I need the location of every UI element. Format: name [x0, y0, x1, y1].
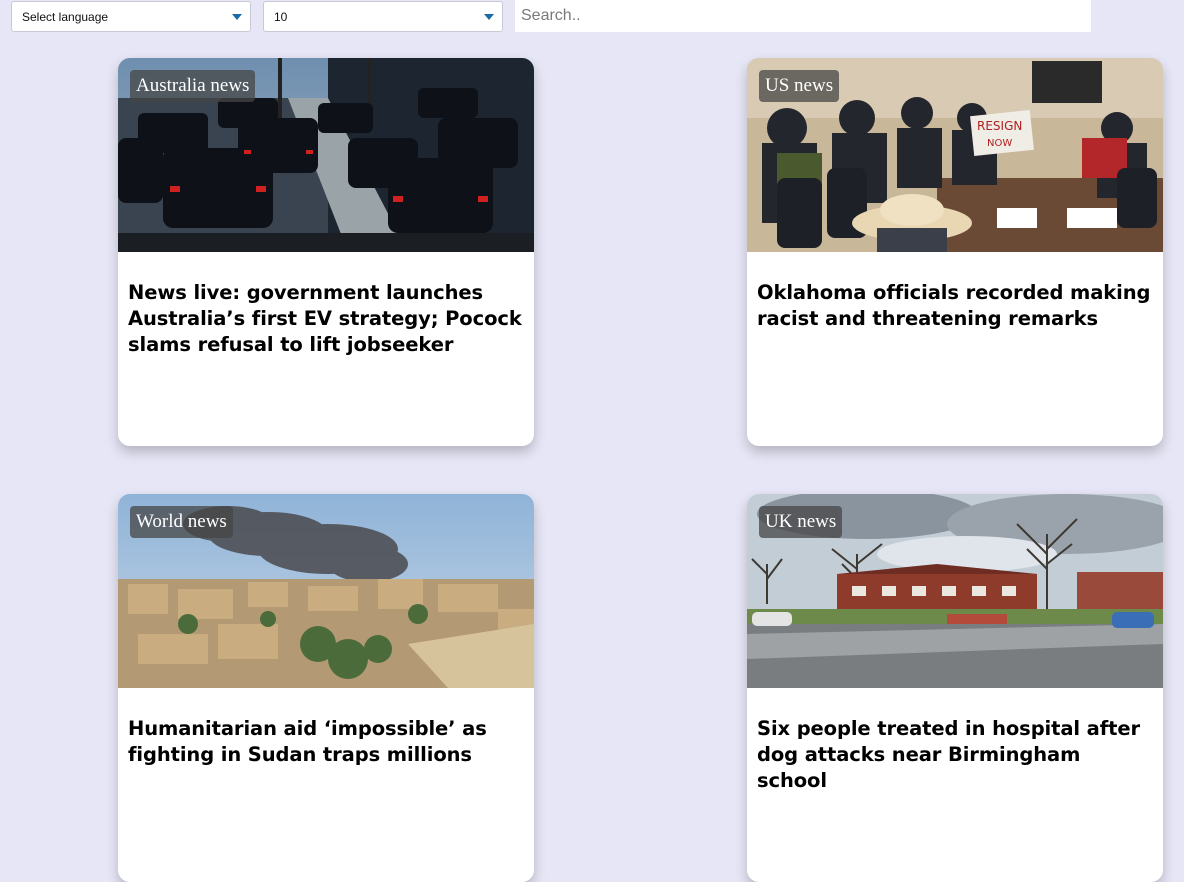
article-headline[interactable]: News live: government launches Australia…	[128, 280, 524, 358]
article-headline[interactable]: Humanitarian aid ‘impossible’ as fightin…	[128, 716, 524, 768]
residential-street-photo: UK news	[747, 494, 1163, 688]
news-card[interactable]: Australia news News live: government lau…	[118, 58, 534, 446]
chevron-down-icon	[484, 14, 494, 20]
city-smoke-photo: World news	[118, 494, 534, 688]
news-card[interactable]: World news Humanitarian aid ‘impossible’…	[118, 494, 534, 882]
article-headline[interactable]: Oklahoma officials recorded making racis…	[757, 280, 1153, 332]
chevron-down-icon	[232, 14, 242, 20]
category-badge: UK news	[759, 506, 843, 538]
news-card[interactable]: RESIGN NOW US news Oklahoma officials re…	[747, 58, 1163, 446]
count-select-value: 10	[274, 10, 288, 24]
traffic-jam-photo: Australia news	[118, 58, 534, 252]
news-card[interactable]: UK news Six people treated in hospital a…	[747, 494, 1163, 882]
article-headline[interactable]: Six people treated in hospital after dog…	[757, 716, 1153, 794]
search-input[interactable]	[515, 0, 1091, 32]
toolbar: Select language 10	[0, 0, 1184, 40]
category-badge: US news	[759, 70, 840, 102]
language-select-value: Select language	[22, 10, 109, 24]
count-select[interactable]: 10	[263, 1, 503, 32]
protest-meeting-photo: RESIGN NOW US news	[747, 58, 1163, 252]
category-badge: Australia news	[130, 70, 256, 102]
svg-text:RESIGN: RESIGN	[977, 119, 1022, 133]
category-badge: World news	[130, 506, 233, 538]
svg-text:NOW: NOW	[987, 138, 1012, 149]
language-select[interactable]: Select language	[11, 1, 251, 32]
